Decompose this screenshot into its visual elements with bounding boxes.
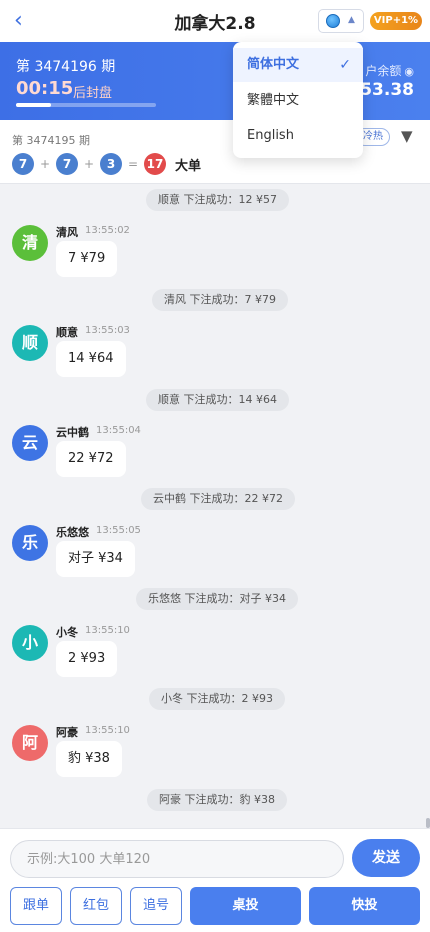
- message-time: 13:55:04: [96, 425, 141, 436]
- result-ball: 7: [56, 153, 78, 175]
- system-message: 乐悠悠 下注成功：对子 ¥34: [136, 588, 298, 610]
- avatar[interactable]: 清: [12, 225, 48, 261]
- eye-icon[interactable]: ◉: [404, 65, 414, 78]
- countdown-label: 后封盘: [73, 86, 113, 101]
- countdown-timer: 00:15: [16, 78, 74, 99]
- language-option-english[interactable]: English: [233, 119, 363, 153]
- triangle-down-icon[interactable]: ▼: [401, 127, 413, 145]
- bet-input[interactable]: [10, 840, 344, 878]
- countdown-progress: [16, 103, 156, 107]
- message-bubble: 22 ¥72: [56, 441, 126, 477]
- user-name: 顺意: [56, 326, 78, 339]
- user-name: 云中鹤: [56, 426, 89, 439]
- avatar[interactable]: 小: [12, 625, 48, 661]
- chat-list[interactable]: 顺意 下注成功：12 ¥57 清 清风 13:55:02 7 ¥79 清风 下注…: [0, 185, 430, 828]
- result-sum: 17: [144, 153, 166, 175]
- language-dropdown: 简体中文 ✓ 繁體中文 English: [233, 42, 363, 158]
- message-bubble: 14 ¥64: [56, 341, 126, 377]
- result-ball: 7: [12, 153, 34, 175]
- language-option-traditional[interactable]: 繁體中文: [233, 84, 363, 118]
- system-message: 阿豪 下注成功：豹 ¥38: [147, 789, 287, 811]
- caret-up-icon: ▲: [348, 15, 355, 25]
- table-bet-button[interactable]: 桌投: [190, 887, 301, 925]
- chat-scrollbar[interactable]: [426, 818, 430, 828]
- message-time: 13:55:02: [85, 225, 130, 236]
- plus-sign: +: [83, 157, 95, 171]
- follow-button[interactable]: 跟单: [10, 887, 62, 925]
- user-name: 小冬: [56, 626, 78, 639]
- user-name: 阿豪: [56, 726, 78, 739]
- top-bar: ‹ 加拿大2.8 ▲ VIP+1%: [0, 0, 430, 42]
- balance-label-text: 户余额: [365, 64, 402, 78]
- plus-sign: +: [39, 157, 51, 171]
- result-balls: 7 + 7 + 3 = 17 大单: [12, 153, 201, 175]
- page-title: 加拿大2.8: [174, 14, 256, 34]
- avatar[interactable]: 阿: [12, 725, 48, 761]
- language-option-label: English: [247, 128, 294, 143]
- red-packet-button[interactable]: 红包: [70, 887, 122, 925]
- message-bubble: 豹 ¥38: [56, 741, 122, 777]
- message-time: 13:55:03: [85, 325, 130, 336]
- user-name: 清风: [56, 226, 78, 239]
- vip-badge[interactable]: VIP+1%: [370, 12, 422, 30]
- system-message: 云中鹤 下注成功：22 ¥72: [141, 488, 295, 510]
- language-option-label: 简体中文: [247, 57, 300, 72]
- avatar[interactable]: 顺: [12, 325, 48, 361]
- countdown-progress-fill: [16, 103, 51, 107]
- system-message: 清风 下注成功：7 ¥79: [152, 289, 288, 311]
- avatar[interactable]: 云: [12, 425, 48, 461]
- result-text: 大单: [175, 158, 202, 174]
- message-time: 13:55:05: [96, 525, 141, 536]
- language-option-simplified[interactable]: 简体中文 ✓: [233, 48, 363, 82]
- equals-sign: =: [127, 157, 139, 171]
- current-period: 第 3474196 期: [16, 59, 116, 75]
- language-switch-button[interactable]: ▲: [318, 9, 364, 33]
- message-time: 13:55:10: [85, 625, 130, 636]
- result-ball: 3: [100, 153, 122, 175]
- check-icon: ✓: [339, 57, 351, 73]
- message-bubble: 对子 ¥34: [56, 541, 135, 577]
- chase-number-button[interactable]: 追号: [130, 887, 182, 925]
- send-button[interactable]: 发送: [352, 839, 420, 877]
- avatar[interactable]: 乐: [12, 525, 48, 561]
- language-option-label: 繁體中文: [247, 93, 300, 108]
- current-period-banner: 第 3474196 期 00:15 后封盘 户余额 ◉ 653.38: [0, 42, 430, 120]
- last-period: 第 3474195 期: [12, 134, 90, 147]
- globe-icon: [326, 14, 340, 28]
- system-message: 小冬 下注成功：2 ¥93: [149, 688, 285, 710]
- message-bubble: 7 ¥79: [56, 241, 118, 277]
- user-name: 乐悠悠: [56, 526, 89, 539]
- message-time: 13:55:10: [85, 725, 130, 736]
- system-message: 顺意 下注成功：12 ¥57: [146, 189, 289, 211]
- system-message: 顺意 下注成功：14 ¥64: [146, 389, 289, 411]
- balance-label: 户余额 ◉: [365, 62, 414, 79]
- message-bubble: 2 ¥93: [56, 641, 118, 677]
- bet-input-panel: 发送 跟单 红包 追号 桌投 快投: [0, 828, 430, 932]
- quick-bet-button[interactable]: 快投: [309, 887, 420, 925]
